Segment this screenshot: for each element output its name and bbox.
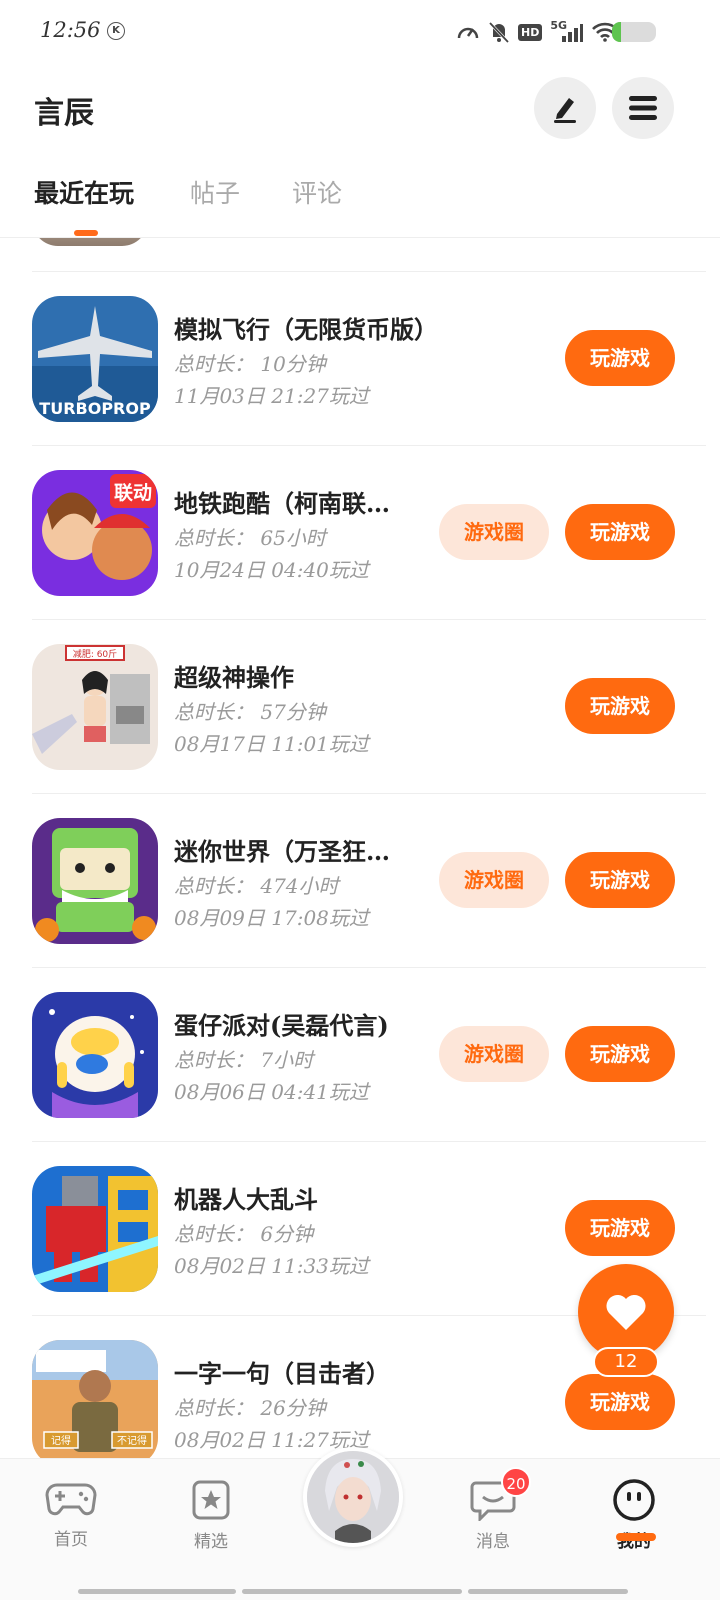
game-last-played: 08月02日 11:33玩过: [174, 1254, 369, 1278]
thumb-text: 联动: [114, 482, 152, 504]
nav-msg-label: 消息: [476, 1532, 510, 1552]
like-count: 12: [593, 1347, 659, 1377]
menu-button[interactable]: [612, 77, 674, 139]
status-icons: HD 5G: [456, 19, 619, 44]
star-badge-icon: [192, 1480, 230, 1520]
thumb-text: 不记得: [117, 1435, 147, 1447]
play-game-button[interactable]: 玩游戏: [565, 1374, 675, 1430]
game-row[interactable]: 迷你世界（万圣狂… 总时长： 474小时 08月09日 17:08玩过 游戏圈 …: [0, 794, 720, 968]
signal-icon: 5G: [550, 19, 584, 43]
game-duration: 总时长： 6分钟: [174, 1222, 314, 1246]
gesture-bar: [78, 1589, 236, 1594]
tab-bar: 最近在玩 帖子 评论: [0, 170, 720, 238]
game-icon[interactable]: TURBOPROP: [32, 296, 158, 422]
game-name: 迷你世界（万圣狂…: [174, 837, 390, 866]
thumb-text: 减肥: 60斤: [73, 648, 117, 660]
k-icon: K: [107, 22, 125, 40]
game-duration: 总时长： 57分钟: [174, 700, 326, 724]
nav-home-label: 首页: [54, 1530, 88, 1550]
nav-mine[interactable]: 我的: [594, 1479, 674, 1552]
tab-comments[interactable]: 评论: [292, 174, 342, 210]
speedometer-icon: [457, 27, 479, 39]
mute-bell-icon: [488, 21, 510, 44]
game-icon[interactable]: 减肥: 60斤: [32, 644, 158, 770]
gesture-bar: [468, 1589, 628, 1594]
game-icon[interactable]: [32, 992, 158, 1118]
heart-icon: [606, 1294, 646, 1330]
game-circle-button[interactable]: 游戏圈: [439, 1026, 549, 1082]
play-game-button[interactable]: 玩游戏: [565, 1026, 675, 1082]
game-icon[interactable]: [32, 1166, 158, 1292]
hd-icon: HD: [518, 23, 543, 41]
game-icon[interactable]: [32, 818, 158, 944]
play-game-button[interactable]: 玩游戏: [565, 852, 675, 908]
game-row[interactable]: 联动 地铁跑酷（柯南联… 总时长： 65小时 10月24日 04:40玩过 游戏…: [0, 446, 720, 620]
thumb-text: 记得: [51, 1435, 71, 1447]
game-last-played: 08月06日 04:41玩过: [174, 1080, 369, 1104]
game-row[interactable]: 蛋仔派对(吴磊代言) 总时长： 7小时 08月06日 04:41玩过 游戏圈 玩…: [0, 968, 720, 1142]
game-last-played: 10月24日 04:40玩过: [174, 558, 369, 582]
game-icon[interactable]: 记得 不记得: [32, 1340, 158, 1458]
game-row[interactable]: 减肥: 60斤 超级神操作 总时长： 57分钟 08月17日 11:01玩过 玩…: [0, 620, 720, 794]
thumb-text: TURBOPROP: [39, 399, 151, 418]
menu-icon: [629, 96, 657, 120]
nav-select-label: 精选: [194, 1532, 228, 1552]
game-icon[interactable]: 联动: [32, 470, 158, 596]
battery-level: [612, 22, 621, 42]
play-game-button[interactable]: 玩游戏: [565, 504, 675, 560]
game-duration: 总时长： 65小时: [174, 526, 326, 550]
avatar[interactable]: [303, 1447, 403, 1547]
game-last-played: 08月17日 11:01玩过: [174, 732, 369, 756]
nav-mine-indicator: [616, 1533, 656, 1541]
play-game-button[interactable]: 玩游戏: [565, 330, 675, 386]
game-name: 机器人大乱斗: [174, 1185, 318, 1214]
gesture-bar: [242, 1589, 462, 1594]
tab-indicator: [74, 230, 98, 236]
game-duration: 总时长： 474小时: [174, 874, 339, 898]
like-button[interactable]: [578, 1264, 674, 1360]
game-circle-button[interactable]: 游戏圈: [439, 504, 549, 560]
smiley-icon: [613, 1479, 655, 1521]
partial-game-thumb[interactable]: [32, 238, 148, 246]
status-bar: 12:56 K HD 5G: [0, 0, 720, 64]
status-time: 12:56: [40, 18, 101, 42]
game-duration: 总时长： 10分钟: [174, 352, 326, 376]
page-title: 言辰: [34, 96, 94, 131]
game-last-played: 11月03日 21:27玩过: [174, 384, 369, 408]
game-circle-button[interactable]: 游戏圈: [439, 852, 549, 908]
game-name: 一字一句（目击者）: [174, 1359, 390, 1388]
edit-icon: [554, 98, 576, 123]
nav-home[interactable]: 首页: [31, 1479, 111, 1550]
game-duration: 总时长： 26分钟: [174, 1396, 326, 1420]
gamepad-icon: [45, 1483, 97, 1516]
game-name: 地铁跑酷（柯南联…: [174, 489, 390, 518]
game-name: 模拟飞行（无限货币版）: [174, 315, 438, 344]
header: 言辰: [0, 70, 720, 150]
game-row[interactable]: TURBOPROP 模拟飞行（无限货币版） 总时长： 10分钟 11月03日 2…: [0, 272, 720, 446]
game-last-played: 08月09日 17:08玩过: [174, 906, 369, 930]
game-duration: 总时长： 7小时: [174, 1048, 314, 1072]
play-game-button[interactable]: 玩游戏: [565, 1200, 675, 1256]
game-name: 蛋仔派对(吴磊代言): [174, 1011, 389, 1040]
tab-posts[interactable]: 帖子: [190, 174, 240, 210]
battery-icon: [612, 22, 656, 42]
nav-select[interactable]: 精选: [171, 1479, 251, 1552]
game-name: 超级神操作: [174, 663, 294, 692]
message-badge: 20: [501, 1467, 531, 1497]
tab-recent[interactable]: 最近在玩: [34, 174, 134, 210]
play-game-button[interactable]: 玩游戏: [565, 678, 675, 734]
edit-button[interactable]: [534, 77, 596, 139]
